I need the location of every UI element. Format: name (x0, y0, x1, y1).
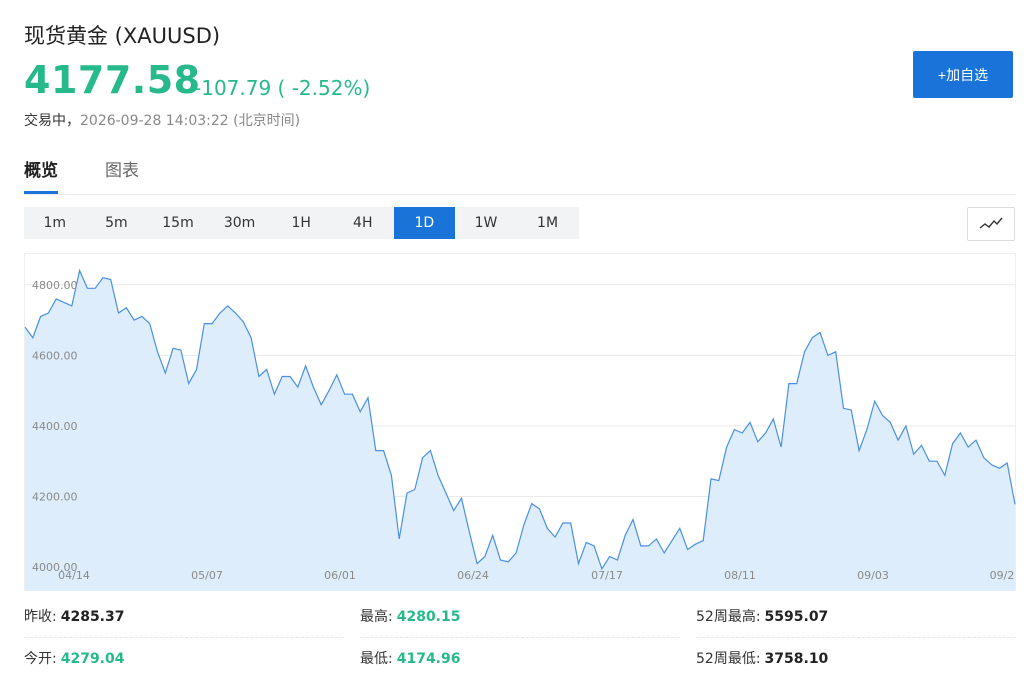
stat-label: 今开: (24, 651, 57, 667)
interval-1w[interactable]: 1W (455, 207, 517, 239)
tab-chart[interactable]: 图表 (105, 156, 139, 191)
stat-52w-low: 52周最低: 3758.10 (696, 640, 828, 678)
current-price: 4177.58 (24, 58, 201, 102)
stat-value: 4174.96 (396, 651, 461, 667)
stat-high: 最高: 4280.15 (360, 598, 460, 636)
add-to-watchlist-button[interactable]: +加自选 (913, 51, 1013, 98)
price-change: -107.79 ( -2.52%) (194, 76, 371, 100)
tab-overview[interactable]: 概览 (24, 156, 58, 194)
interval-15m[interactable]: 15m (147, 207, 209, 239)
stat-prev-close: 昨收: 4285.37 (24, 598, 124, 636)
stat-open: 今开: 4279.04 (24, 640, 124, 678)
x-tick-label: 07/17 (591, 569, 623, 582)
stat-value: 5595.07 (764, 609, 829, 625)
interval-5m[interactable]: 5m (86, 207, 148, 239)
stat-label: 最高: (360, 609, 393, 625)
chart-type-button[interactable] (967, 207, 1015, 241)
line-chart-icon (979, 217, 1003, 229)
stat-label: 52周最低: (696, 651, 761, 667)
trading-status: 交易中，2026-09-28 14:03:22 (北京时间) (24, 110, 300, 130)
x-tick-label: 04/14 (58, 569, 90, 582)
divider (360, 637, 680, 638)
stat-label: 昨收: (24, 609, 57, 625)
timestamp: 2026-09-28 14:03:22 (北京时间) (80, 113, 301, 129)
interval-30m[interactable]: 30m (209, 207, 271, 239)
interval-1h[interactable]: 1H (270, 207, 332, 239)
stat-low: 最低: 4174.96 (360, 640, 460, 678)
x-tick-label: 05/07 (191, 569, 223, 582)
interval-selector: 1m 5m 15m 30m 1H 4H 1D 1W 1M (24, 207, 579, 239)
interval-1mo[interactable]: 1M (517, 207, 579, 239)
x-tick-label: 08/11 (724, 569, 756, 582)
price-chart[interactable]: 4000.00 4200.00 4400.00 4600.00 4800.00 04/1… (24, 253, 1016, 591)
y-tick-label: 4200.00 (32, 491, 78, 504)
y-tick-label: 4800.00 (32, 279, 78, 292)
y-tick-label: 4400.00 (32, 420, 78, 433)
stat-label: 52周最高: (696, 609, 761, 625)
stat-value: 4280.15 (396, 609, 461, 625)
stat-value: 3758.10 (764, 651, 829, 667)
interval-1d[interactable]: 1D (393, 207, 456, 239)
x-tick-label: 09/2 (990, 569, 1015, 582)
y-tick-label: 4600.00 (32, 349, 78, 362)
x-tick-label: 06/01 (324, 569, 356, 582)
divider (696, 637, 1016, 638)
page-title: 现货黄金 (XAUUSD) (24, 24, 221, 48)
x-tick-label: 06/24 (457, 569, 489, 582)
tab-bar: 概览 图表 (24, 150, 1016, 195)
x-tick-label: 09/03 (857, 569, 889, 582)
divider (24, 637, 344, 638)
interval-4h[interactable]: 4H (332, 207, 394, 239)
stat-label: 最低: (360, 651, 393, 667)
price-chart-svg: 4000.004200.004400.004600.004800.00 04/1… (24, 253, 1016, 591)
stat-52w-high: 52周最高: 5595.07 (696, 598, 828, 636)
stat-value: 4279.04 (60, 651, 125, 667)
stat-value: 4285.37 (60, 609, 125, 625)
interval-1m[interactable]: 1m (24, 207, 86, 239)
status-label: 交易中， (24, 113, 80, 129)
